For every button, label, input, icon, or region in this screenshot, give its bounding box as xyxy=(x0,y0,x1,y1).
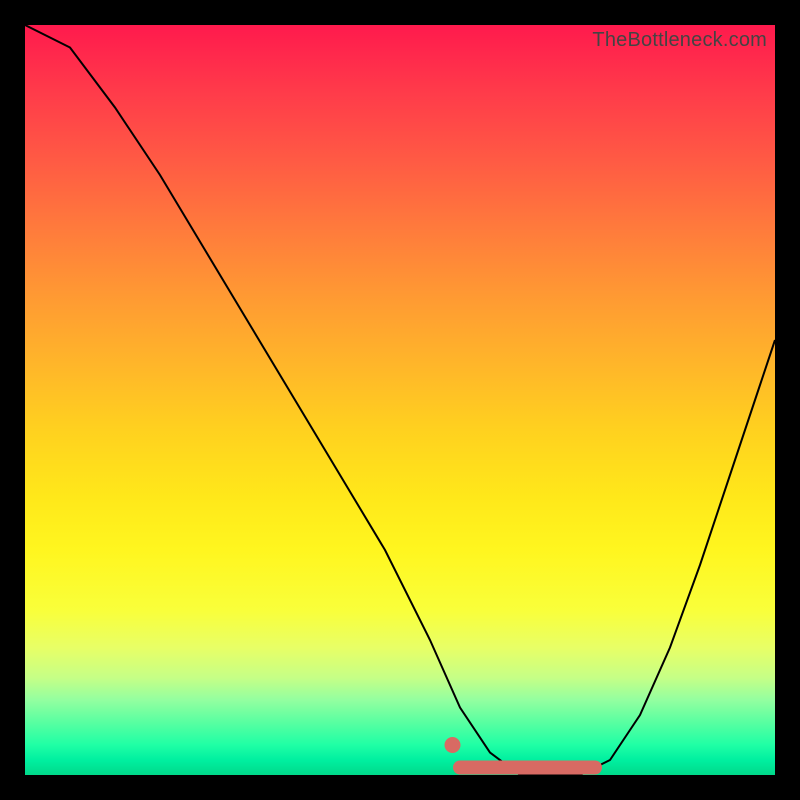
chart-frame: TheBottleneck.com xyxy=(0,0,800,800)
chart-svg xyxy=(25,25,775,775)
chart-plot-area: TheBottleneck.com xyxy=(25,25,775,775)
bottleneck-curve-line xyxy=(25,25,775,775)
optimal-range-marker xyxy=(445,737,461,753)
